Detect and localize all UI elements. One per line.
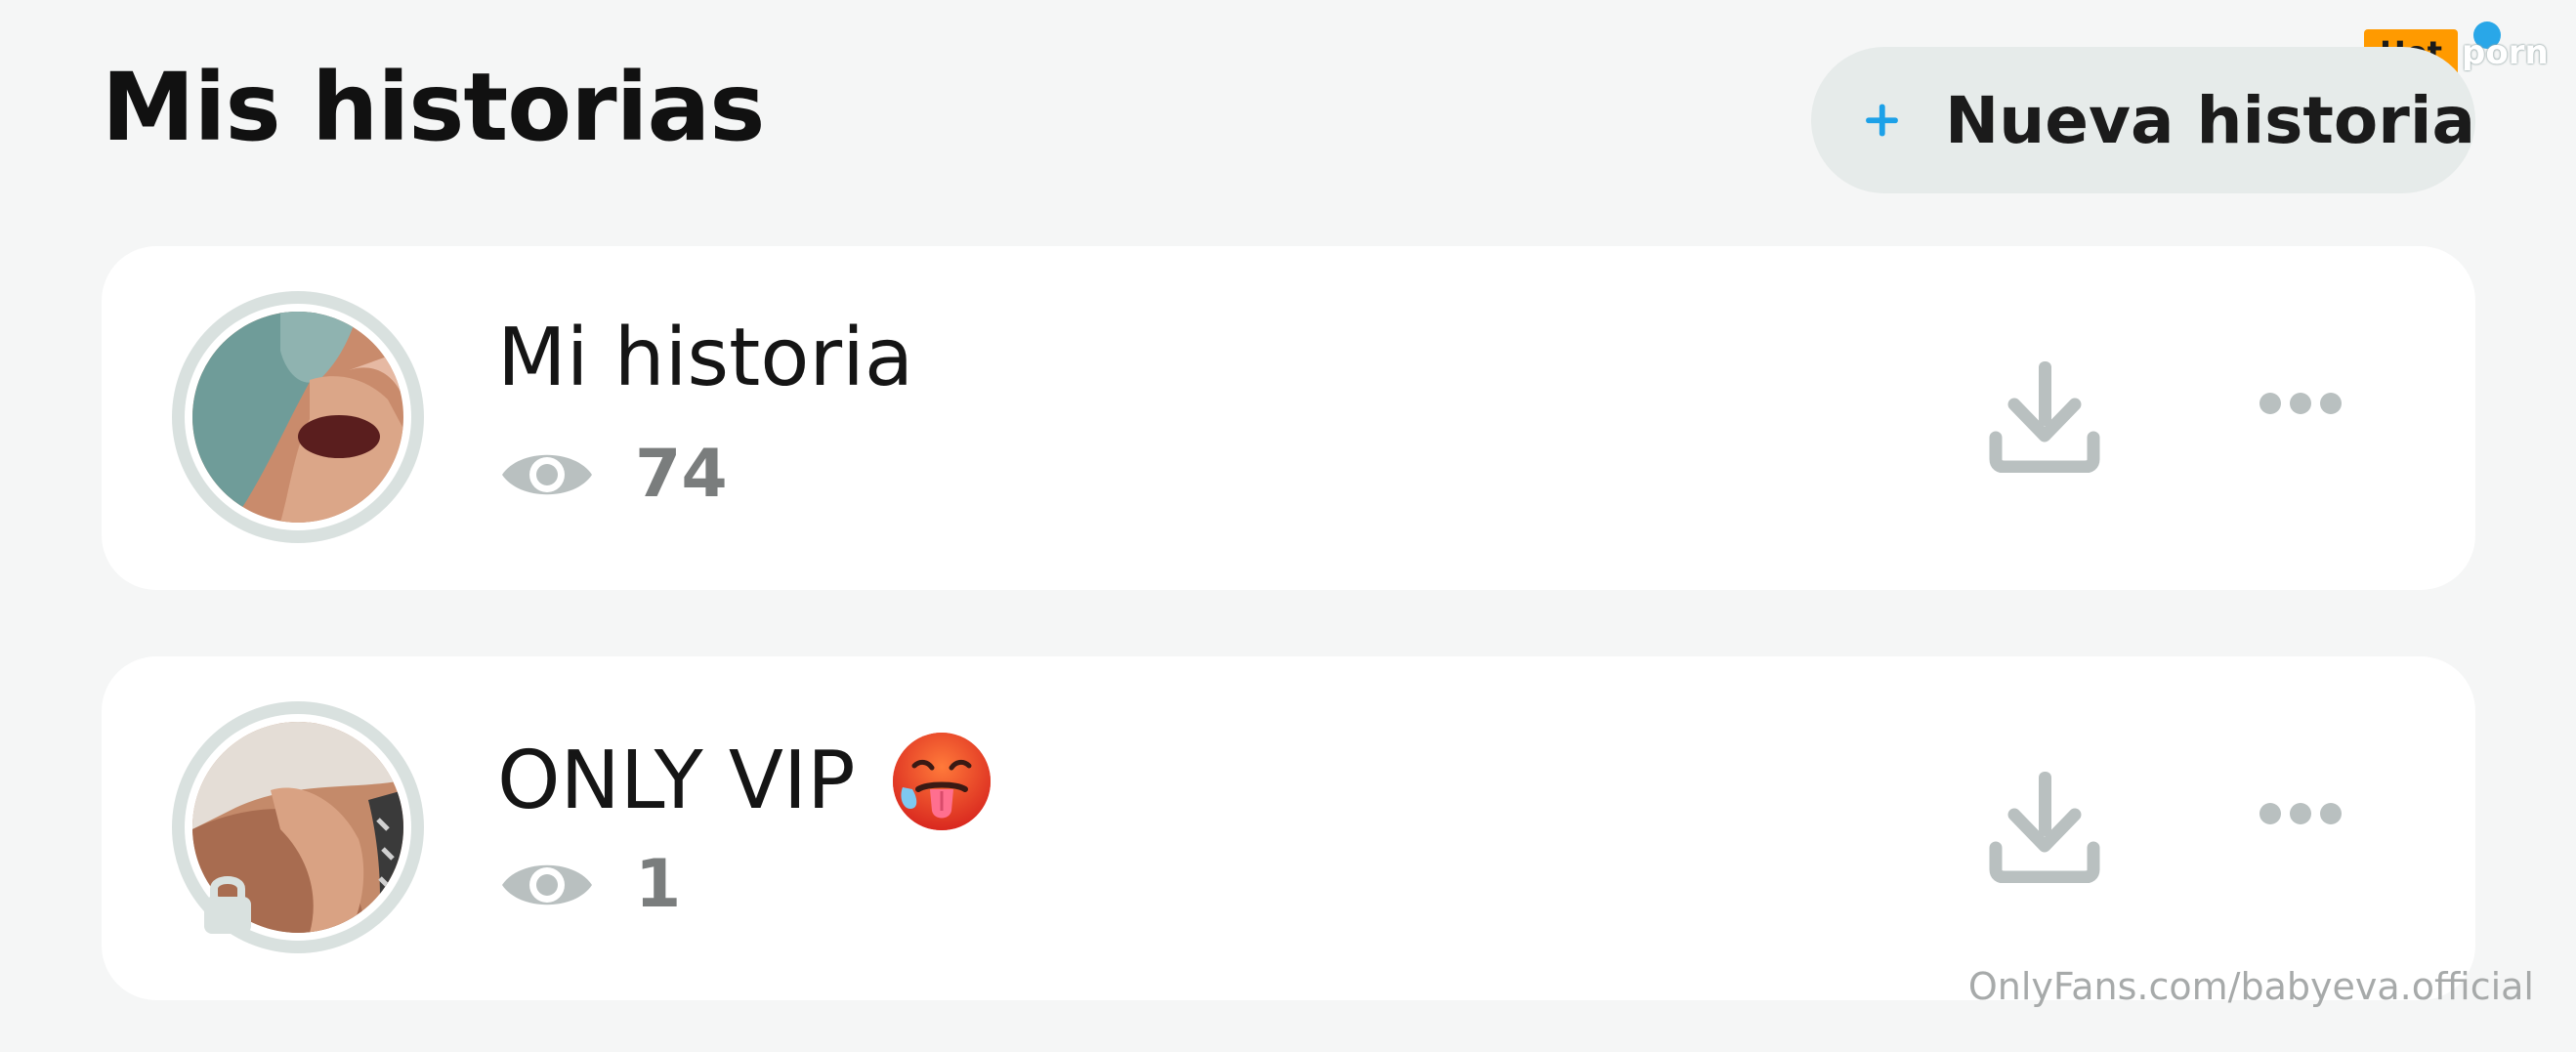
download-icon[interactable] <box>1989 768 2100 883</box>
new-story-label: Nueva historia <box>1944 82 2475 158</box>
download-icon[interactable] <box>1989 358 2100 473</box>
more-icon[interactable] <box>2257 389 2344 418</box>
story-avatar[interactable] <box>172 291 424 543</box>
story-title-text: Mi historia <box>497 312 914 404</box>
story-title: ONLY VIP <box>497 729 994 834</box>
page-title: Mis historias <box>102 53 765 162</box>
views-count: 74 <box>635 436 728 513</box>
story-title: Mi historia <box>497 318 913 399</box>
eye-icon <box>502 864 592 905</box>
plus-icon <box>1866 104 1898 137</box>
hot-face-emoji-icon <box>892 733 991 830</box>
watermark-text: OnlyFans.com/babyeva.official <box>1967 965 2534 1008</box>
views-row: 74 <box>498 442 728 508</box>
story-title-text: ONLY VIP <box>497 735 856 827</box>
story-card-only-vip[interactable]: ONLY VIP 1 <box>102 656 2475 1000</box>
views-count: 1 <box>635 846 682 923</box>
views-row: 1 <box>498 852 681 918</box>
header: Mis historias Nueva historia <box>102 47 2475 193</box>
new-story-button[interactable]: Nueva historia <box>1811 47 2475 193</box>
lock-icon <box>204 876 251 934</box>
avatar-image <box>192 312 403 523</box>
story-card-mi-historia[interactable]: Mi historia 74 <box>102 246 2475 590</box>
more-icon[interactable] <box>2257 799 2344 828</box>
eye-icon <box>502 454 592 495</box>
